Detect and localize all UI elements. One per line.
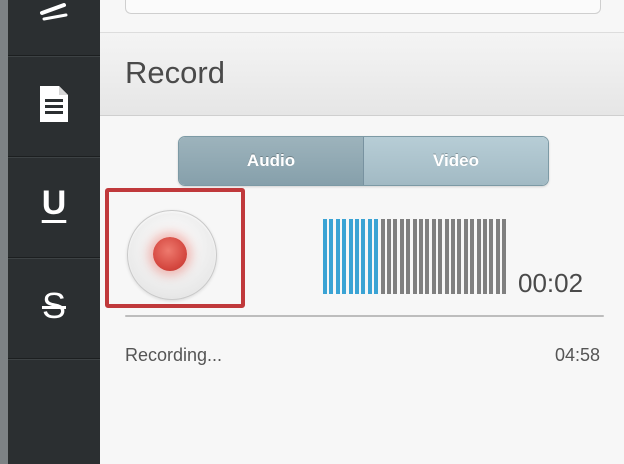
meter-bar-inactive <box>381 219 385 294</box>
meter-bar-active <box>329 219 333 294</box>
meter-bar-inactive <box>400 219 404 294</box>
meter-bar-inactive <box>432 219 436 294</box>
formatting-toolbar: U S <box>0 0 100 464</box>
meter-bar-inactive <box>387 219 391 294</box>
meter-bar-inactive <box>445 219 449 294</box>
meter-bar-active <box>374 219 378 294</box>
toolbar-strikethrough-button[interactable]: S <box>8 258 100 359</box>
meter-bar-inactive <box>464 219 468 294</box>
elapsed-time: 00:02 <box>518 268 584 298</box>
meter-bar-inactive <box>425 219 429 294</box>
meter-bar-inactive <box>419 219 423 294</box>
meter-bar-active <box>355 219 359 294</box>
meter-bar-active <box>349 219 353 294</box>
panel-title: Record <box>125 55 225 90</box>
record-dot-icon <box>153 237 187 271</box>
recording-status: Recording... <box>125 345 223 365</box>
toolbar-pen-button[interactable] <box>8 0 100 56</box>
meter-bar-active <box>361 219 365 294</box>
document-icon <box>37 83 71 130</box>
meter-bar-active <box>336 219 340 294</box>
meter-bar-inactive <box>393 219 397 294</box>
pen-icon <box>34 0 74 28</box>
progress-divider <box>125 315 604 317</box>
strikethrough-icon: S <box>41 285 66 326</box>
meter-bar-inactive <box>413 219 417 294</box>
toolbar-document-button[interactable] <box>8 56 100 157</box>
meter-bar-inactive <box>483 219 487 294</box>
meter-bar-inactive <box>502 219 506 294</box>
media-type-segmented-control: Audio Video <box>178 136 549 186</box>
underline-icon: U <box>41 183 67 222</box>
meter-bar-inactive <box>406 219 410 294</box>
meter-bar-inactive <box>470 219 474 294</box>
audio-level-meter <box>323 219 509 294</box>
meter-bar-active <box>368 219 372 294</box>
record-panel: Record Audio Video 00:02 Recording... 04… <box>100 0 624 464</box>
meter-bar-inactive <box>489 219 493 294</box>
meter-bar-inactive <box>477 219 481 294</box>
meter-bar-active <box>323 219 327 294</box>
tab-video[interactable]: Video <box>364 137 548 185</box>
meter-bar-active <box>342 219 346 294</box>
meter-bar-inactive <box>438 219 442 294</box>
toolbar-underline-button[interactable]: U <box>8 157 100 258</box>
meter-bar-inactive <box>457 219 461 294</box>
meter-bar-inactive <box>451 219 455 294</box>
meter-bar-inactive <box>496 219 500 294</box>
text-field[interactable] <box>125 0 601 14</box>
tab-audio[interactable]: Audio <box>179 137 364 185</box>
panel-header: Record <box>100 33 624 116</box>
remaining-time: 04:58 <box>554 345 600 365</box>
